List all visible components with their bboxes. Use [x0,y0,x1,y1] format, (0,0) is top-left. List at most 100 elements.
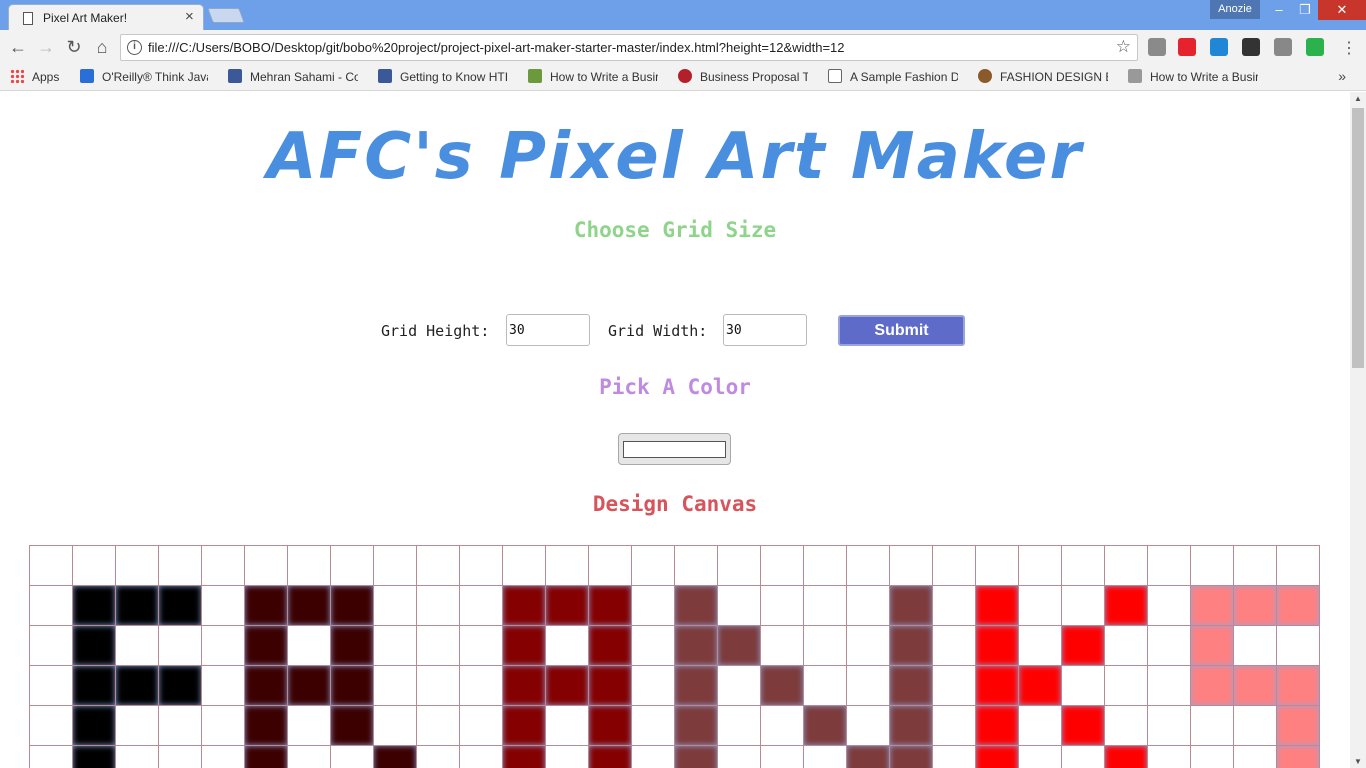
pixel-cell[interactable] [502,545,546,586]
pixel-cell[interactable] [330,625,374,666]
pixel-cell[interactable] [459,665,503,706]
browser-tab[interactable]: Pixel Art Maker! × [8,4,204,31]
pixel-cell[interactable] [932,625,976,666]
feedly-ext-icon[interactable] [1306,38,1324,56]
pixel-cell[interactable] [760,585,804,626]
pixel-cell[interactable] [330,705,374,746]
pixel-cell[interactable] [201,585,245,626]
pixel-cell[interactable] [932,745,976,768]
pixel-cell[interactable] [158,745,202,768]
bookmark-item[interactable]: A Sample Fashion D [828,69,958,87]
bookmark-item[interactable]: FASHION DESIGN BU [978,69,1108,87]
pixel-cell[interactable] [29,665,73,706]
bookmark-item[interactable]: Mehran Sahami - Co [228,69,358,87]
pixel-cell[interactable] [1276,545,1320,586]
pixel-cell[interactable] [1147,585,1191,626]
pixel-cell[interactable] [717,705,761,746]
pixel-cell[interactable] [1104,665,1148,706]
pixel-cell[interactable] [631,545,675,586]
scroll-down-arrow-icon[interactable]: ▼ [1354,757,1362,766]
pixel-cell[interactable] [1061,745,1105,768]
pixel-cell[interactable] [1147,665,1191,706]
close-window-button[interactable]: ✕ [1318,0,1366,20]
opera-ext-icon[interactable] [1178,38,1196,56]
pixel-cell[interactable] [932,585,976,626]
pixel-cell[interactable] [287,625,331,666]
submit-button[interactable]: Submit [838,315,965,346]
tab-close-icon[interactable]: × [185,8,194,25]
pixel-cell[interactable] [330,665,374,706]
pixel-cell[interactable] [1147,625,1191,666]
pixel-cell[interactable] [760,665,804,706]
pixel-canvas[interactable] [29,545,1320,768]
pixel-cell[interactable] [158,545,202,586]
pixel-cell[interactable] [1018,745,1062,768]
pixel-cell[interactable] [1104,705,1148,746]
pixel-cell[interactable] [932,545,976,586]
pixel-cell[interactable] [674,545,718,586]
bookmarks-overflow-button[interactable]: » [1338,68,1346,84]
pixel-cell[interactable] [29,705,73,746]
pixel-cell[interactable] [373,705,417,746]
pixel-cell[interactable] [588,705,632,746]
pixel-cell[interactable] [244,625,288,666]
pixel-cell[interactable] [373,625,417,666]
back-button[interactable]: ← [8,37,28,57]
pixel-cell[interactable] [803,745,847,768]
pixel-cell[interactable] [1233,745,1277,768]
pixel-cell[interactable] [975,625,1019,666]
pixel-cell[interactable] [72,625,116,666]
vertical-scrollbar[interactable]: ▲ ▼ [1350,92,1366,768]
pixel-cell[interactable] [1018,585,1062,626]
bookmark-item[interactable]: Business Proposal Te [678,69,808,87]
pixel-cell[interactable] [545,665,589,706]
settings-ext-icon[interactable] [1274,38,1292,56]
pixel-cell[interactable] [975,705,1019,746]
pixel-cell[interactable] [889,625,933,666]
pixel-cell[interactable] [1018,665,1062,706]
pixel-cell[interactable] [72,545,116,586]
pixel-cell[interactable] [1147,745,1191,768]
pixel-cell[interactable] [459,545,503,586]
pixel-cell[interactable] [287,585,331,626]
bookmark-item[interactable]: Apps [10,69,70,87]
pixel-cell[interactable] [72,665,116,706]
pixel-cell[interactable] [72,745,116,768]
pixel-cell[interactable] [158,665,202,706]
pixel-cell[interactable] [674,705,718,746]
pixel-cell[interactable] [674,665,718,706]
pixel-cell[interactable] [416,585,460,626]
pixel-cell[interactable] [373,745,417,768]
pixel-cell[interactable] [545,625,589,666]
pixel-cell[interactable] [803,705,847,746]
pixel-cell[interactable] [459,745,503,768]
pixel-cell[interactable] [1061,625,1105,666]
pixel-cell[interactable] [889,705,933,746]
pixel-cell[interactable] [416,745,460,768]
pixel-cell[interactable] [760,745,804,768]
pixel-cell[interactable] [1233,665,1277,706]
pixel-cell[interactable] [1190,705,1234,746]
pixel-cell[interactable] [416,665,460,706]
scroll-thumb[interactable] [1352,108,1364,368]
pixel-cell[interactable] [717,545,761,586]
pixel-cell[interactable] [287,705,331,746]
pixel-cell[interactable] [287,745,331,768]
pixel-cell[interactable] [846,545,890,586]
pixel-cell[interactable] [1061,545,1105,586]
pixel-cell[interactable] [1190,625,1234,666]
pixel-cell[interactable] [115,545,159,586]
pixel-cell[interactable] [459,585,503,626]
pixel-cell[interactable] [1276,585,1320,626]
pixel-cell[interactable] [287,665,331,706]
reload-button[interactable]: ↻ [64,37,84,57]
pixel-cell[interactable] [760,625,804,666]
pixel-cell[interactable] [717,625,761,666]
pixel-cell[interactable] [674,625,718,666]
zoom-ext-icon[interactable] [1242,38,1260,56]
pixel-cell[interactable] [717,745,761,768]
pixel-cell[interactable] [717,585,761,626]
pixel-cell[interactable] [1061,665,1105,706]
pixel-cell[interactable] [201,745,245,768]
pixel-cell[interactable] [1104,545,1148,586]
